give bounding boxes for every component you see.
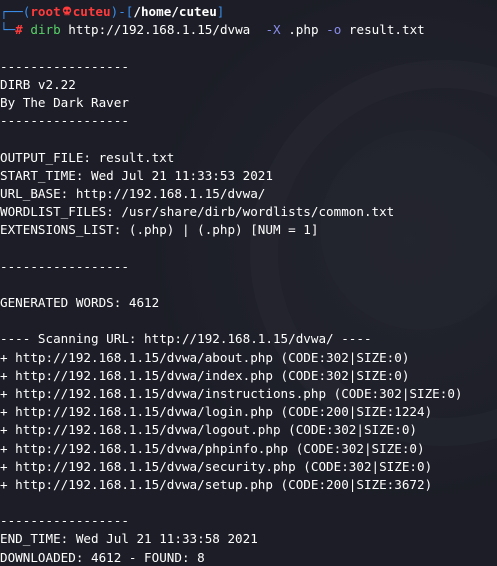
wordlist-files-line: WORDLIST_FILES: /usr/share/dirb/wordlist… <box>0 204 395 220</box>
command-name: dirb <box>30 22 61 38</box>
result-line: + http://192.168.1.15/dvwa/about.php (CO… <box>0 349 410 365</box>
prompt-corner: ┌── <box>0 4 23 19</box>
start-time-line: START_TIME: Wed Jul 21 11:33:53 2021 <box>0 167 273 183</box>
prompt-separator: )- <box>110 4 126 19</box>
command-ext: .php <box>288 22 319 38</box>
prompt-host: cuteu <box>72 4 111 19</box>
scanning-url-line: ---- Scanning URL: http://192.168.1.15/d… <box>0 331 372 347</box>
end-time-line: END_TIME: Wed Jul 21 11:33:58 2021 <box>0 531 258 547</box>
result-line: + http://192.168.1.15/dvwa/instructions.… <box>0 385 463 401</box>
prompt-path: /home/cuteu <box>133 4 217 19</box>
banner-title: DIRB v2.22 <box>0 76 76 92</box>
downloaded-line: DOWNLOADED: 4612 - FOUND: 8 <box>0 549 205 565</box>
generated-words-line: GENERATED WORDS: 4612 <box>0 295 160 310</box>
separator-line: ----------------- <box>0 58 129 74</box>
prompt-close-bracket: ] <box>216 4 225 19</box>
result-line: + http://192.168.1.15/dvwa/login.php (CO… <box>0 404 433 420</box>
command-url: http://192.168.1.15/dvwa <box>68 22 251 38</box>
separator-line: ----------------- <box>0 513 129 529</box>
command-outfile: result.txt <box>348 22 425 38</box>
result-line: + http://192.168.1.15/dvwa/security.php … <box>0 458 433 474</box>
prompt-user: root <box>30 4 61 19</box>
skull-icon <box>62 6 71 16</box>
separator-line: ----------------- <box>0 258 129 274</box>
result-line: + http://192.168.1.15/dvwa/index.php (CO… <box>0 367 410 383</box>
result-line: + http://192.168.1.15/dvwa/logout.php (C… <box>0 422 418 438</box>
terminal-window[interactable]: ┌──(root cuteu)-[/home/cuteu] └─# dirb ht… <box>0 0 497 566</box>
result-line: + http://192.168.1.15/dvwa/phpinfo.php (… <box>0 440 425 456</box>
prompt-line-top: ┌──(root cuteu)-[/home/cuteu] <box>0 3 497 21</box>
extensions-list-line: EXTENSIONS_LIST: (.php) | (.php) [NUM = … <box>0 222 319 238</box>
result-line: + http://192.168.1.15/dvwa/setup.php (CO… <box>0 476 433 492</box>
terminal-output[interactable]: ┌──(root cuteu)-[/home/cuteu] └─# dirb ht… <box>0 3 497 566</box>
prompt-hash: # <box>15 22 23 38</box>
output-file-line: OUTPUT_FILE: result.txt <box>0 149 175 165</box>
url-base-line: URL_BASE: http://192.168.1.15/dvwa/ <box>0 185 266 201</box>
command-line[interactable]: └─# dirb http://192.168.1.15/dvwa -X .ph… <box>0 21 497 39</box>
command-flag-o: -o <box>326 22 342 38</box>
command-flag-x: -X <box>265 22 281 38</box>
banner-author: By The Dark Raver <box>0 94 129 110</box>
prompt-corner-bottom: └─ <box>0 22 16 38</box>
separator-line: ----------------- <box>0 113 129 129</box>
